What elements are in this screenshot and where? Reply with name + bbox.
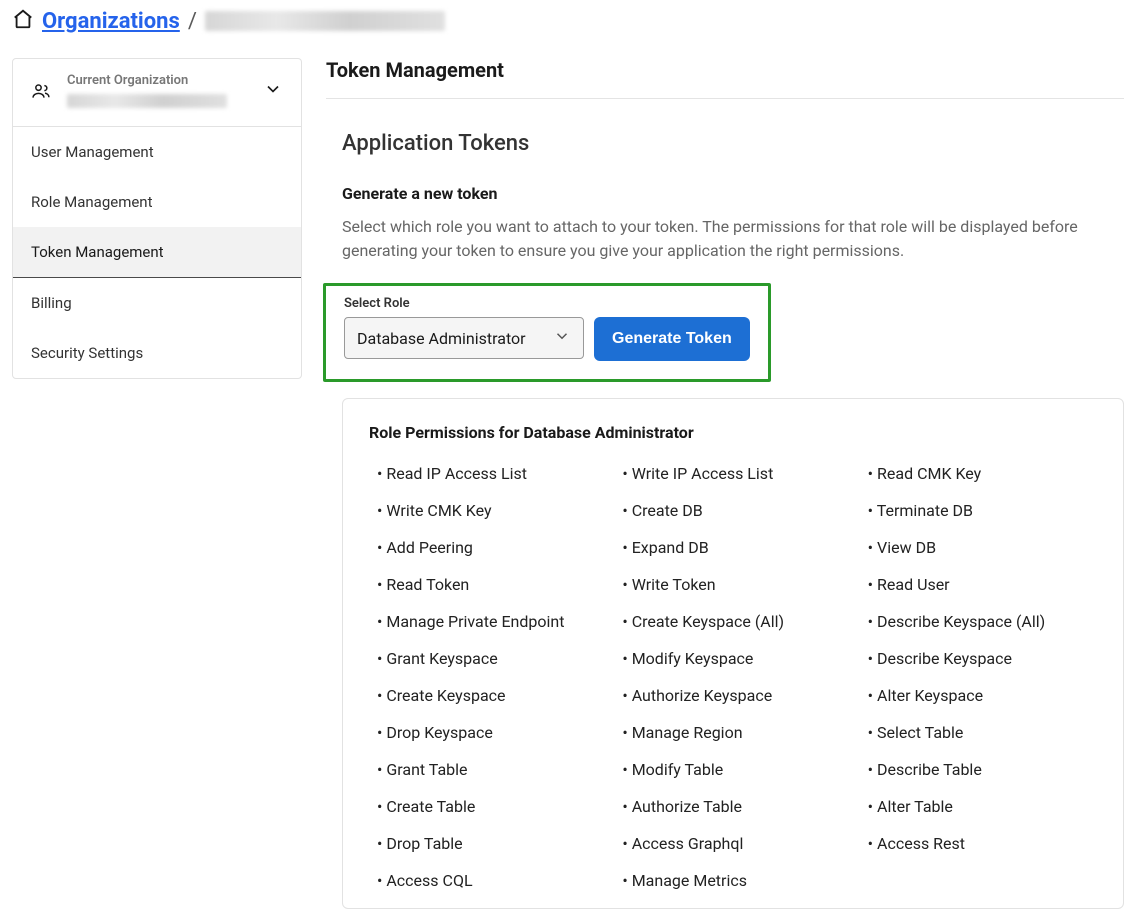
org-switcher-current-name — [67, 94, 227, 108]
permission-item: • Select Table — [860, 723, 1097, 760]
generate-token-button[interactable]: Generate Token — [594, 317, 750, 361]
permission-item: • Drop Keyspace — [369, 723, 606, 760]
permission-item: • Access Graphql — [614, 834, 851, 871]
permission-item: • Access CQL — [369, 871, 606, 908]
permission-item: • Expand DB — [614, 538, 851, 575]
sidebar-item-billing[interactable]: Billing — [13, 278, 301, 328]
role-select-value: Database Administrator — [357, 329, 526, 348]
permission-item: • Grant Table — [369, 760, 606, 797]
generate-token-heading: Generate a new token — [342, 184, 1124, 203]
chevron-down-icon — [553, 327, 571, 349]
role-permissions-card: Role Permissions for Database Administra… — [342, 398, 1124, 909]
role-permissions-list: • Read IP Access List• Write IP Access L… — [369, 464, 1097, 908]
permission-item: • Alter Table — [860, 797, 1097, 834]
permission-item: • Terminate DB — [860, 501, 1097, 538]
permission-item: • Manage Region — [614, 723, 851, 760]
permission-item: • View DB — [860, 538, 1097, 575]
sidebar-nav: User ManagementRole ManagementToken Mana… — [13, 127, 301, 378]
permission-item: • Add Peering — [369, 538, 606, 575]
breadcrumb-organizations-link[interactable]: Organizations — [42, 9, 180, 34]
permission-item: • Create Keyspace — [369, 686, 606, 723]
permission-item: • Access Rest — [860, 834, 1097, 871]
chevron-down-icon — [263, 79, 283, 103]
permission-item: • Read Token — [369, 575, 606, 612]
breadcrumb-current-org — [205, 11, 445, 31]
permission-item: • Authorize Keyspace — [614, 686, 851, 723]
users-icon — [31, 81, 51, 101]
permission-item: • Manage Metrics — [614, 871, 851, 908]
breadcrumb-separator: / — [188, 9, 197, 34]
generate-token-controls: Select Role Database Administrator Gener… — [323, 283, 771, 382]
page-title: Token Management — [326, 58, 1124, 99]
sidebar: Current Organization User ManagementRole… — [12, 58, 302, 379]
permission-item: • Create Keyspace (All) — [614, 612, 851, 649]
org-switcher-label: Current Organization — [67, 73, 263, 88]
permission-item: • Describe Keyspace — [860, 649, 1097, 686]
breadcrumb: Organizations / — [12, 8, 1124, 34]
permission-item: • Read IP Access List — [369, 464, 606, 501]
permission-item: • Create Table — [369, 797, 606, 834]
permission-item: • Write Token — [614, 575, 851, 612]
permission-item: • Read CMK Key — [860, 464, 1097, 501]
role-select[interactable]: Database Administrator — [344, 317, 584, 359]
permission-item: • Read User — [860, 575, 1097, 612]
permission-item: • Manage Private Endpoint — [369, 612, 606, 649]
org-switcher[interactable]: Current Organization — [13, 59, 301, 127]
permission-item: • Describe Table — [860, 760, 1097, 797]
generate-token-description: Select which role you want to attach to … — [342, 215, 1124, 263]
select-role-label: Select Role — [344, 296, 750, 311]
permission-item: • Grant Keyspace — [369, 649, 606, 686]
sidebar-item-role-management[interactable]: Role Management — [13, 177, 301, 227]
role-permissions-title: Role Permissions for Database Administra… — [369, 423, 1097, 442]
permission-item: • Drop Table — [369, 834, 606, 871]
sidebar-item-security-settings[interactable]: Security Settings — [13, 328, 301, 378]
permission-item: • Modify Keyspace — [614, 649, 851, 686]
permission-item: • Write CMK Key — [369, 501, 606, 538]
section-title: Application Tokens — [342, 131, 1124, 156]
permission-item: • Authorize Table — [614, 797, 851, 834]
permission-item: • Alter Keyspace — [860, 686, 1097, 723]
permission-item: • Modify Table — [614, 760, 851, 797]
sidebar-item-token-management[interactable]: Token Management — [13, 227, 301, 278]
sidebar-item-user-management[interactable]: User Management — [13, 127, 301, 177]
permission-item: • Describe Keyspace (All) — [860, 612, 1097, 649]
main-content: Token Management Application Tokens Gene… — [326, 58, 1124, 909]
permission-item: • Write IP Access List — [614, 464, 851, 501]
permission-item: • Create DB — [614, 501, 851, 538]
home-icon[interactable] — [12, 8, 34, 34]
